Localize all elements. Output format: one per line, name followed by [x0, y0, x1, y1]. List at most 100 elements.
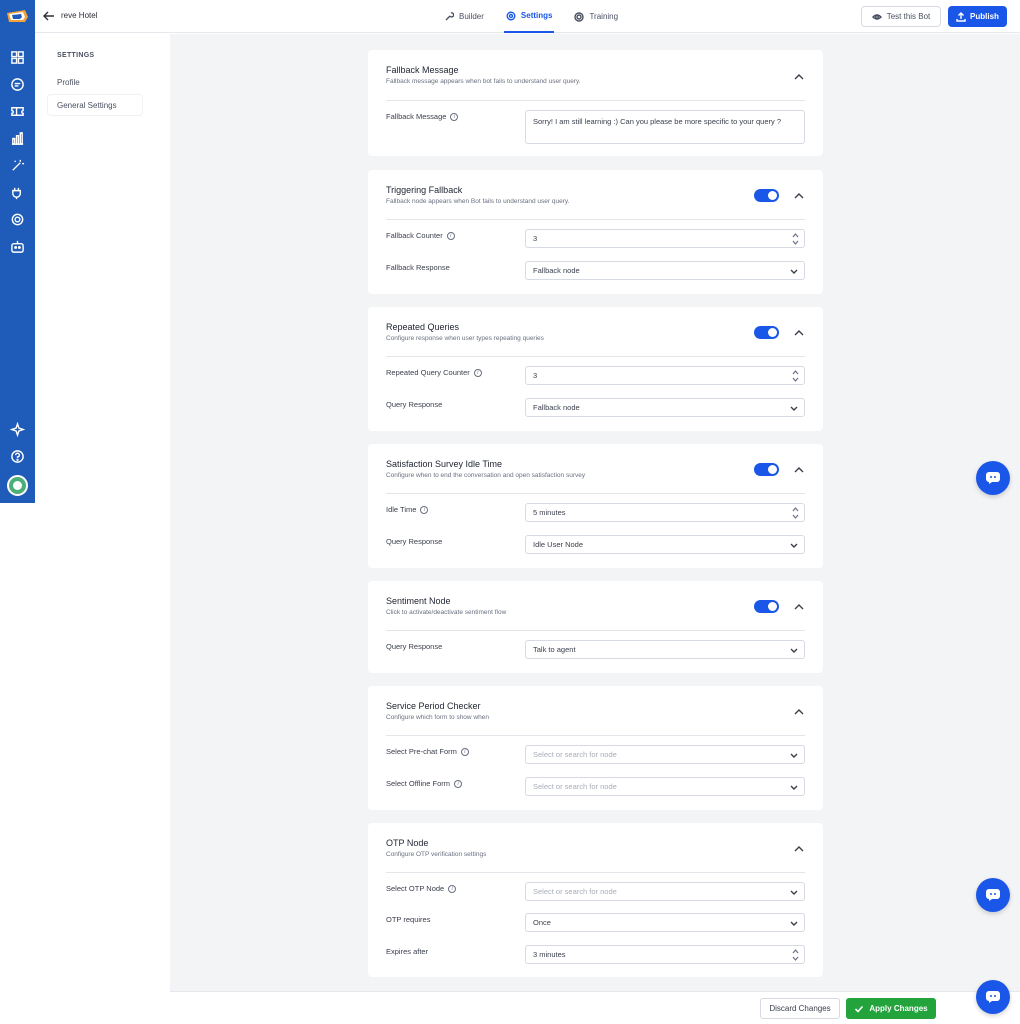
- main-tabs: Builder Settings Training: [442, 0, 620, 33]
- plug-icon[interactable]: [9, 184, 26, 201]
- stepper-arrows-icon[interactable]: [792, 369, 799, 383]
- query-response-select[interactable]: Fallback node: [525, 398, 805, 417]
- help-icon[interactable]: [9, 448, 26, 465]
- chevron-up-icon[interactable]: [793, 463, 805, 475]
- chevron-up-icon[interactable]: [793, 705, 805, 717]
- repeated-query-counter-label: Repeated Query Counter i: [386, 368, 482, 377]
- chevron-down-icon: [790, 888, 798, 896]
- info-icon[interactable]: i: [454, 779, 463, 788]
- prechat-form-label: Select Pre-chat Form i: [386, 747, 469, 756]
- apply-changes-button[interactable]: Apply Changes: [846, 998, 936, 1019]
- magic-wand-icon[interactable]: [9, 157, 26, 174]
- chevron-up-icon[interactable]: [793, 600, 805, 612]
- sidebar-item-profile[interactable]: Profile: [48, 72, 142, 92]
- otp-node-label: Select OTP Node i: [386, 884, 457, 893]
- chat-widget-icon[interactable]: [976, 980, 1010, 1014]
- card-title: Satisfaction Survey Idle Time: [386, 459, 503, 469]
- divider: [386, 872, 805, 873]
- tab-settings[interactable]: Settings: [503, 0, 555, 33]
- field-value: Fallback node: [533, 266, 580, 275]
- triggering-fallback-toggle[interactable]: [754, 189, 779, 202]
- test-bot-button[interactable]: Test this Bot: [861, 6, 941, 27]
- info-icon[interactable]: i: [460, 747, 469, 756]
- publish-label: Publish: [970, 12, 999, 21]
- chevron-down-icon: [790, 646, 798, 654]
- divider: [386, 219, 805, 220]
- info-icon[interactable]: i: [446, 231, 455, 240]
- settings-icon[interactable]: [9, 211, 26, 228]
- avatar[interactable]: [7, 475, 28, 496]
- otp-node-select[interactable]: Select or search for node: [525, 882, 805, 901]
- fallback-counter-stepper[interactable]: 3: [525, 229, 805, 248]
- sidebar-item-general-settings[interactable]: General Settings: [48, 95, 142, 115]
- fallback-message-label: Fallback Message i: [386, 112, 459, 121]
- query-response-label: Query Response: [386, 400, 443, 409]
- otp-requires-select[interactable]: Once: [525, 913, 805, 932]
- fallback-message-textarea[interactable]: Sorry! I am still learning :) Can you pl…: [525, 110, 805, 144]
- card-title: OTP Node: [386, 838, 429, 848]
- stepper-arrows-icon[interactable]: [792, 506, 799, 520]
- prechat-form-select[interactable]: Select or search for node: [525, 745, 805, 764]
- chevron-down-icon: [790, 404, 798, 412]
- tab-training[interactable]: Training: [572, 0, 620, 33]
- chat-icon[interactable]: [9, 76, 26, 93]
- sentiment-response-select[interactable]: Talk to agent: [525, 640, 805, 659]
- repeated-query-counter-stepper[interactable]: 3: [525, 366, 805, 385]
- repeated-queries-toggle[interactable]: [754, 326, 779, 339]
- field-value: Fallback node: [533, 403, 580, 412]
- info-icon[interactable]: i: [448, 884, 457, 893]
- chevron-up-icon[interactable]: [793, 842, 805, 854]
- fallback-counter-label: Fallback Counter i: [386, 231, 455, 240]
- ticket-icon[interactable]: [9, 103, 26, 120]
- logo-icon[interactable]: [5, 8, 30, 26]
- triggering-fallback-card: Triggering Fallback Fallback node appear…: [368, 170, 823, 294]
- fallback-response-select[interactable]: Fallback node: [525, 261, 805, 280]
- chat-widget-icon[interactable]: [976, 878, 1010, 912]
- publish-button[interactable]: Publish: [948, 6, 1007, 27]
- top-bar: reve Hotel Builder Settings Training Tes…: [35, 0, 1020, 33]
- tab-builder-label: Builder: [459, 12, 484, 21]
- info-icon[interactable]: i: [473, 368, 482, 377]
- eye-icon: [871, 13, 882, 20]
- field-label: Select OTP Node: [386, 884, 445, 893]
- idle-time-label: Idle Time i: [386, 505, 429, 514]
- info-icon[interactable]: i: [420, 505, 429, 514]
- stepper-arrows-icon[interactable]: [792, 232, 799, 246]
- expires-after-stepper[interactable]: 3 minutes: [525, 945, 805, 964]
- tab-builder[interactable]: Builder: [442, 0, 486, 33]
- field-value: 3: [533, 371, 538, 380]
- chevron-down-icon: [790, 751, 798, 759]
- chevron-up-icon[interactable]: [793, 70, 805, 82]
- field-label: Select Pre-chat Form: [386, 747, 457, 756]
- chevron-up-icon[interactable]: [793, 189, 805, 201]
- left-rail: [0, 0, 35, 503]
- info-icon[interactable]: i: [450, 112, 459, 121]
- check-icon: [855, 1005, 864, 1013]
- survey-idle-toggle[interactable]: [754, 463, 779, 476]
- fallback-response-label: Fallback Response: [386, 263, 450, 272]
- sparkle-icon[interactable]: [9, 421, 26, 438]
- bot-name: reve Hotel: [61, 11, 98, 20]
- apply-changes-label: Apply Changes: [869, 1004, 928, 1013]
- field-value: Idle User Node: [533, 540, 584, 549]
- idle-query-response-select[interactable]: Idle User Node: [525, 535, 805, 554]
- otp-node-card: OTP Node Configure OTP verification sett…: [368, 823, 823, 977]
- stepper-arrows-icon[interactable]: [792, 948, 799, 962]
- dashboard-icon[interactable]: [9, 49, 26, 66]
- field-value: Once: [533, 918, 551, 927]
- chevron-up-icon[interactable]: [793, 326, 805, 338]
- discard-changes-button[interactable]: Discard Changes: [760, 998, 840, 1019]
- idle-time-stepper[interactable]: 5 minutes: [525, 503, 805, 522]
- survey-idle-card: Satisfaction Survey Idle Time Configure …: [368, 444, 823, 568]
- card-subtitle: Configure response when user types repea…: [386, 335, 544, 342]
- sentiment-node-card: Sentiment Node Click to activate/deactiv…: [368, 581, 823, 673]
- field-label: Select Offline Form: [386, 779, 451, 788]
- back-arrow-icon[interactable]: [42, 9, 56, 23]
- offline-form-select[interactable]: Select or search for node: [525, 777, 805, 796]
- field-placeholder: Select or search for node: [533, 750, 617, 759]
- bot-icon[interactable]: [9, 238, 26, 255]
- chat-widget-icon[interactable]: [976, 461, 1010, 495]
- divider: [386, 100, 805, 101]
- sentiment-toggle[interactable]: [754, 600, 779, 613]
- analytics-icon[interactable]: [9, 130, 26, 147]
